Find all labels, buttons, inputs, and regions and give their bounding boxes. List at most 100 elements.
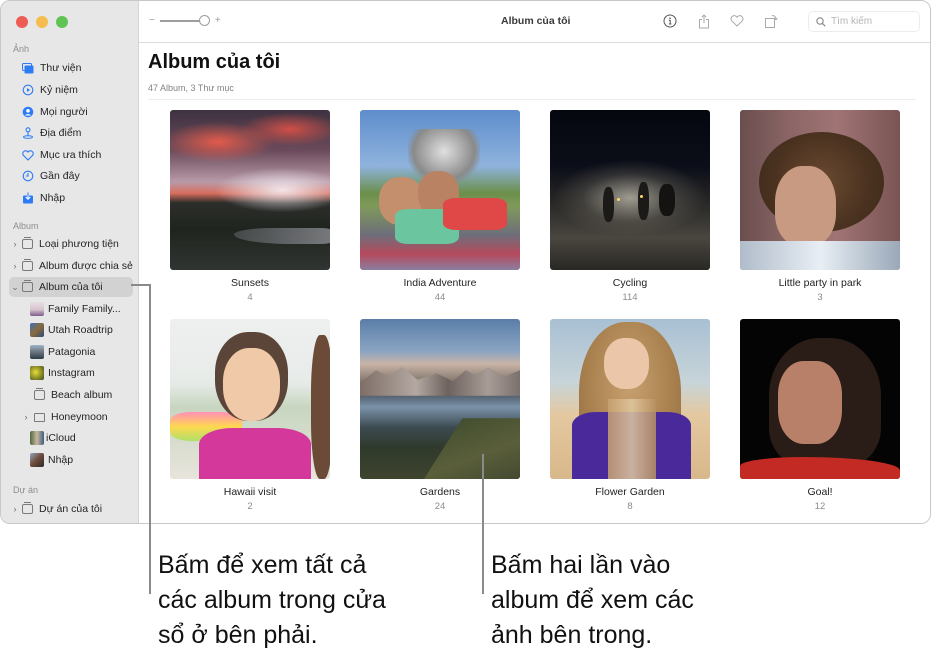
window-title: Album của tôi	[501, 15, 571, 27]
sidebar-item-label: Patagonia	[48, 346, 96, 358]
sidebar-item-media-types[interactable]: › Loại phương tiện	[9, 234, 133, 254]
sidebar-item-library[interactable]: Thư viện	[9, 58, 133, 78]
sidebar-item-label: Loại phương tiện	[39, 238, 119, 250]
maximize-button[interactable]	[56, 16, 68, 28]
shared-album-icon	[22, 259, 33, 271]
share-icon[interactable]	[696, 13, 712, 29]
callout-line-text: Bấm hai lần vào	[491, 551, 671, 579]
sidebar-item-my-projects[interactable]: › Dự án của tôi	[9, 499, 133, 519]
sidebar-subitem-family[interactable]: Family Family...	[9, 299, 133, 319]
album-count: 114	[622, 292, 638, 303]
album-thumbnail[interactable]	[170, 319, 330, 479]
sidebar-item-label: Địa điểm	[40, 127, 82, 139]
rotate-icon[interactable]	[763, 13, 779, 29]
sidebar-item-label: Dự án của tôi	[39, 503, 103, 515]
callout-line-text: sổ ở bên phải.	[158, 621, 318, 649]
sidebar-item-label: Mọi người	[40, 106, 88, 118]
sidebar-item-memories[interactable]: Kỷ niệm	[9, 80, 133, 100]
toolbar: − + Album của tôi Tìm kiếm	[139, 1, 930, 43]
photos-window: Ảnh Thư viện Kỷ niệm Mọi người Địa điểm	[0, 0, 931, 524]
album-stack-icon	[22, 237, 33, 249]
sidebar-item-label: iCloud	[46, 432, 76, 444]
album-thumbnail[interactable]	[740, 110, 900, 270]
album-tile[interactable]: Flower Garden 8	[550, 319, 710, 512]
album-tile[interactable]: Cycling 114	[550, 110, 710, 303]
page-subtitle: 47 Album, 3 Thư mục	[148, 83, 234, 93]
album-thumbnail	[30, 302, 44, 316]
album-name: India Adventure	[403, 277, 477, 289]
album-count: 4	[247, 292, 253, 303]
page-title: Album của tôi	[148, 51, 281, 73]
callout-leader-line	[149, 284, 151, 594]
sidebar-subitem-utah-roadtrip[interactable]: Utah Roadtrip	[9, 320, 133, 340]
sidebar-item-label: Kỷ niệm	[40, 84, 78, 96]
chevron-right-icon[interactable]: ›	[11, 239, 19, 249]
sidebar-subitem-instagram[interactable]: Instagram	[9, 363, 133, 383]
places-icon	[22, 127, 34, 139]
close-button[interactable]	[16, 16, 28, 28]
sidebar-subitem-patagonia[interactable]: Patagonia	[9, 342, 133, 362]
callout-line-text: Bấm để xem tất cả	[158, 551, 367, 579]
sidebar: Ảnh Thư viện Kỷ niệm Mọi người Địa điểm	[1, 1, 139, 523]
sidebar-subitem-icloud[interactable]: iCloud	[9, 428, 133, 448]
chevron-right-icon[interactable]: ›	[22, 412, 30, 422]
album-tile[interactable]: India Adventure 44	[360, 110, 520, 303]
search-icon	[816, 16, 826, 27]
sidebar-subitem-import[interactable]: Nhập	[9, 450, 133, 470]
album-thumbnail[interactable]	[360, 110, 520, 270]
zoom-slider[interactable]: − +	[149, 14, 221, 26]
callout-connector	[131, 284, 151, 286]
sidebar-item-shared-albums[interactable]: › Album được chia sẻ	[9, 256, 133, 276]
callout-text-album: Bấm hai lần vào album để xem các ảnh bên…	[491, 548, 694, 653]
zoom-slider-knob[interactable]	[198, 14, 210, 26]
zoom-slider-track[interactable]	[159, 14, 210, 26]
sidebar-item-label: Family Family...	[48, 303, 121, 315]
chevron-down-icon[interactable]: ⌄	[11, 282, 19, 293]
sidebar-item-label: Instagram	[48, 367, 95, 379]
zoom-in-icon[interactable]: +	[215, 15, 221, 26]
sidebar-item-label: Album của tôi	[39, 281, 103, 293]
album-tile[interactable]: Little party in park 3	[740, 110, 900, 303]
album-tile[interactable]: Sunsets 4	[170, 110, 330, 303]
info-icon[interactable]	[662, 13, 678, 29]
chevron-right-icon[interactable]: ›	[11, 261, 19, 271]
album-thumbnail[interactable]	[170, 110, 330, 270]
clock-icon	[22, 170, 34, 182]
album-thumbnail	[30, 345, 44, 359]
album-count: 3	[817, 292, 823, 303]
album-count: 12	[814, 501, 826, 512]
minimize-button[interactable]	[36, 16, 48, 28]
sidebar-item-places[interactable]: Địa điểm	[9, 123, 133, 143]
zoom-out-icon[interactable]: −	[149, 15, 155, 26]
album-thumbnail[interactable]	[360, 319, 520, 479]
sidebar-item-label: Beach album	[51, 389, 113, 401]
callout-leader-line	[482, 454, 484, 594]
album-thumbnail[interactable]	[740, 319, 900, 479]
heart-icon[interactable]	[729, 13, 745, 29]
sidebar-item-people[interactable]: Mọi người	[9, 102, 133, 122]
callout-line-text: các album trong cửa	[158, 586, 386, 614]
window-controls	[16, 16, 68, 28]
album-tile[interactable]: Goal! 12	[740, 319, 900, 512]
search-input[interactable]: Tìm kiếm	[808, 11, 920, 32]
heart-icon	[22, 149, 34, 161]
album-thumbnail	[30, 366, 44, 380]
album-name: Hawaii visit	[223, 486, 277, 498]
album-thumbnail[interactable]	[550, 110, 710, 270]
sidebar-subitem-beach-album[interactable]: Beach album	[9, 385, 133, 405]
section-heading-albums: Album	[13, 221, 39, 231]
album-thumbnail[interactable]	[550, 319, 710, 479]
album-tile[interactable]: Hawaii visit 2	[170, 319, 330, 512]
album-count: 8	[627, 501, 633, 512]
albums-view: Album của tôi 47 Album, 3 Thư mục Sunset…	[139, 43, 930, 523]
sidebar-item-favorites[interactable]: Mục ưa thích	[9, 145, 133, 165]
sidebar-item-my-albums[interactable]: ⌄ Album của tôi	[9, 277, 133, 297]
chevron-right-icon[interactable]: ›	[11, 504, 19, 514]
album-thumbnail	[30, 453, 44, 467]
sidebar-item-label: Nhập	[40, 192, 66, 204]
album-count: 44	[434, 292, 446, 303]
album-tile[interactable]: Gardens 24	[360, 319, 520, 512]
sidebar-item-import[interactable]: Nhập	[9, 188, 133, 208]
sidebar-item-recents[interactable]: Gần đây	[9, 166, 133, 186]
sidebar-subitem-honeymoon[interactable]: › Honeymoon	[9, 407, 133, 427]
